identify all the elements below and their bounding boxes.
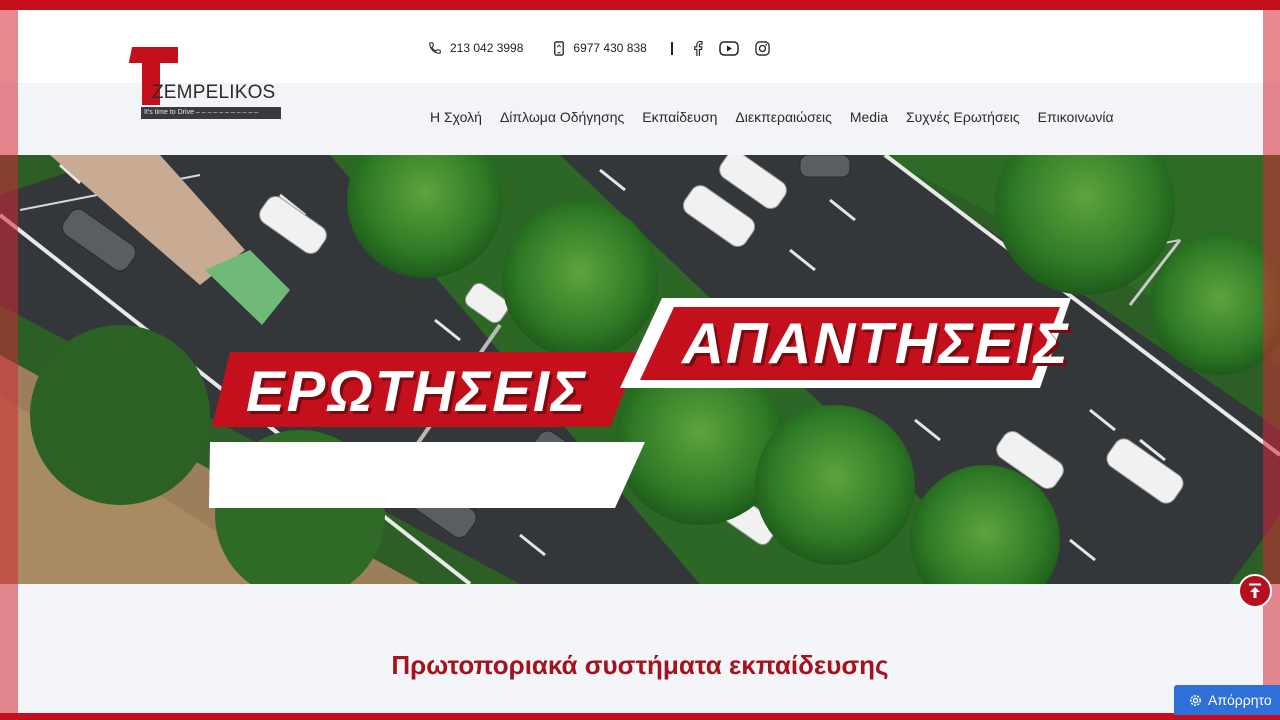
aerial-highway-image: [0, 155, 1280, 584]
site-logo[interactable]: ZEMPELIKOS It's time to Drive ‒ ‒ ‒ ‒ ‒ …: [122, 45, 287, 123]
contact-divider: [670, 41, 673, 55]
frame-top-border: [0, 0, 1280, 10]
nav-item-media[interactable]: Media: [850, 109, 888, 125]
hero-title-questions: ΕΡΩΤΗΣΕΙΣ: [246, 359, 588, 424]
hero-banner: [0, 155, 1280, 584]
facebook-icon[interactable]: [693, 40, 703, 56]
page: ZEMPELIKOS It's time to Drive ‒ ‒ ‒ ‒ ‒ …: [0, 0, 1280, 720]
phone-icon: [429, 42, 441, 54]
mobile-link[interactable]: 6977 430 838: [553, 40, 647, 56]
frame-right-border: [1263, 0, 1280, 720]
phone-link[interactable]: 213 042 3998: [428, 41, 523, 55]
frame-bottom-border: [0, 713, 1280, 720]
nav-item-contact[interactable]: Επικοινωνία: [1038, 109, 1114, 125]
privacy-settings-button[interactable]: Απόρρητο: [1174, 685, 1280, 715]
social-links: [693, 40, 786, 56]
mobile-phone-icon: [554, 40, 565, 56]
privacy-settings-label: Απόρρητο: [1208, 692, 1272, 708]
nav-item-procedures[interactable]: Διεκπεραιώσεις: [735, 109, 831, 125]
tagline-dashes-decoration: ‒ ‒ ‒ ‒ ‒ ‒ ‒ ‒ ‒ ‒ ‒: [195, 109, 259, 116]
instagram-icon[interactable]: [755, 40, 770, 56]
nav-item-faq[interactable]: Συχνές Ερωτήσεις: [906, 109, 1020, 125]
gear-icon: [1190, 694, 1201, 706]
hero-title-answers: ΑΠΑΝΤΗΣΕΙΣ: [682, 311, 1070, 376]
phone-number: 213 042 3998: [450, 41, 524, 55]
section-heading: Πρωτοποριακά συστήματα εκπαίδευσης: [391, 650, 889, 680]
frame-left-border: [0, 0, 18, 720]
main-navigation: Η Σχολή Δίπλωμα Οδήγησης Εκπαίδευση Διεκ…: [430, 109, 1132, 125]
scroll-to-top-button[interactable]: [1238, 574, 1272, 608]
logo-tagline-text: It's time to Drive: [144, 109, 194, 116]
nav-item-school[interactable]: Η Σχολή: [430, 109, 482, 125]
nav-item-driving-license[interactable]: Δίπλωμα Οδήγησης: [500, 109, 624, 125]
mobile-number: 6977 430 838: [573, 41, 647, 55]
nav-item-training[interactable]: Εκπαίδευση: [642, 109, 717, 125]
logo-wordmark: ZEMPELIKOS: [152, 82, 276, 103]
logo-tagline: It's time to Drive ‒ ‒ ‒ ‒ ‒ ‒ ‒ ‒ ‒ ‒ ‒: [141, 107, 281, 119]
contact-bar: 213 042 3998 6977 430 838: [428, 38, 786, 58]
youtube-icon[interactable]: [719, 40, 739, 56]
arrow-up-icon: [1249, 583, 1261, 598]
